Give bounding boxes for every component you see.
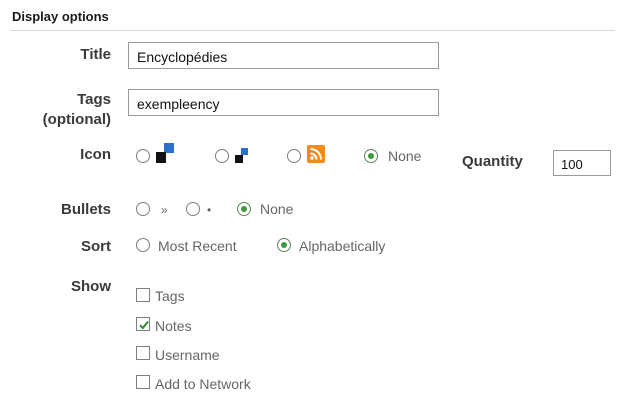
bullets-radio-none[interactable] [237,202,251,216]
sort-option-alphabetically-label: Alphabetically [299,238,386,254]
title-input[interactable] [128,42,439,69]
icon-radio-small-squares[interactable] [215,149,229,163]
bullets-option-none-label: None [260,201,294,217]
show-checkbox-notes[interactable] [136,317,150,331]
tags-label-optional: (optional) [42,111,111,128]
sort-option-most-recent-label: Most Recent [158,238,237,254]
tags-label-main: Tags [77,91,111,108]
rss-icon [307,145,325,163]
title-label: Title [80,46,111,63]
quantity-label: Quantity [462,153,523,170]
show-option-add-to-network-label: Add to Network [155,376,251,392]
icon-radio-rss[interactable] [287,149,301,163]
tags-input[interactable] [128,89,439,116]
checkmark-icon [139,320,149,330]
bullets-glyph-dot: • [207,203,212,217]
show-checkbox-username[interactable] [136,346,150,360]
show-option-username-label: Username [155,347,220,363]
show-label: Show [71,278,111,295]
icon-radio-none[interactable] [364,149,378,163]
sort-label: Sort [81,238,111,255]
quantity-input[interactable] [553,150,611,176]
section-heading: Display options [12,9,109,24]
sort-radio-alphabetically[interactable] [277,238,291,252]
bullets-radio-raquo[interactable] [136,202,150,216]
show-checkbox-add-to-network[interactable] [136,375,150,389]
icon-option-none-label: None [388,148,422,164]
show-option-tags-label: Tags [155,288,185,304]
sort-radio-most-recent[interactable] [136,238,150,252]
bullets-label: Bullets [60,201,111,218]
icon-label: Icon [80,146,111,163]
show-option-notes-label: Notes [155,318,192,334]
bullets-glyph-raquo: » [161,203,168,217]
icon-radio-large-squares[interactable] [136,149,150,163]
tags-label: Tags (optional) [43,90,111,130]
small-squares-icon [235,148,249,163]
bullets-radio-dot[interactable] [186,202,200,216]
large-squares-icon [156,143,174,163]
show-checkbox-tags[interactable] [136,288,150,302]
section-divider [10,30,615,31]
